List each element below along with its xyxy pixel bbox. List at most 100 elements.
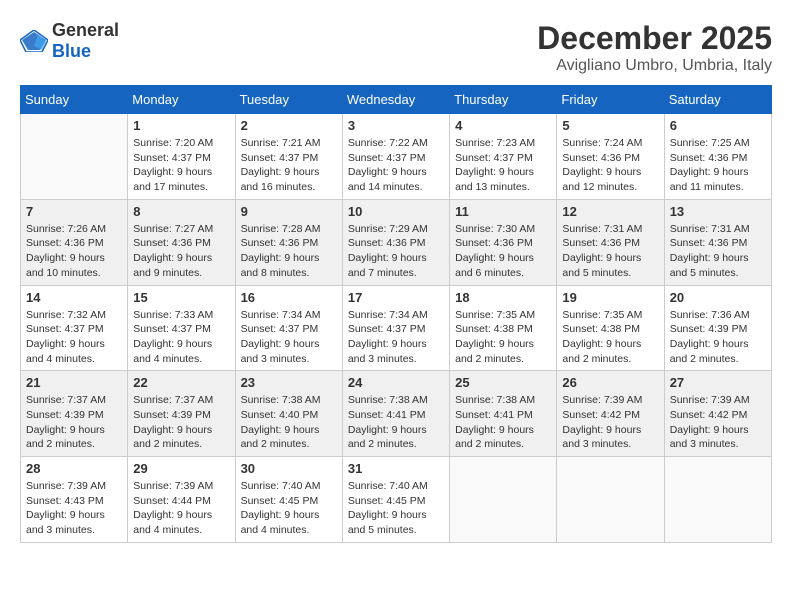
month-title: December 2025	[537, 20, 772, 57]
day-info: Sunrise: 7:34 AMSunset: 4:37 PMDaylight:…	[348, 308, 444, 367]
calendar-cell: 29 Sunrise: 7:39 AMSunset: 4:44 PMDayligh…	[128, 457, 235, 543]
day-info: Sunrise: 7:29 AMSunset: 4:36 PMDaylight:…	[348, 222, 444, 281]
calendar-cell: 19 Sunrise: 7:35 AMSunset: 4:38 PMDayligh…	[557, 285, 664, 371]
day-number: 10	[348, 204, 444, 219]
day-number: 27	[670, 375, 766, 390]
weekday-header-friday: Friday	[557, 86, 664, 114]
calendar-cell: 7 Sunrise: 7:26 AMSunset: 4:36 PMDaylight…	[21, 199, 128, 285]
day-info: Sunrise: 7:39 AMSunset: 4:44 PMDaylight:…	[133, 479, 229, 538]
day-number: 29	[133, 461, 229, 476]
day-number: 4	[455, 118, 551, 133]
day-number: 24	[348, 375, 444, 390]
day-number: 7	[26, 204, 122, 219]
calendar-cell: 18Sunrise: 7:35 AMSunset: 4:38 PMDayligh…	[450, 285, 557, 371]
day-info: Sunrise: 7:38 AMSunset: 4:41 PMDaylight:…	[348, 393, 444, 452]
day-number: 21	[26, 375, 122, 390]
calendar-cell: 15Sunrise: 7:33 AMSunset: 4:37 PMDayligh…	[128, 285, 235, 371]
day-info: Sunrise: 7:25 AMSunset: 4:36 PMDaylight:…	[670, 136, 766, 195]
day-number: 17	[348, 290, 444, 305]
day-info: Sunrise: 7:40 AMSunset: 4:45 PMDaylight:…	[241, 479, 337, 538]
day-number: 22	[133, 375, 229, 390]
calendar-cell: 30 Sunrise: 7:40 AMSunset: 4:45 PMDayligh…	[235, 457, 342, 543]
day-info: Sunrise: 7:39 AMSunset: 4:42 PMDaylight:…	[670, 393, 766, 452]
calendar-cell: 28 Sunrise: 7:39 AMSunset: 4:43 PMDayligh…	[21, 457, 128, 543]
day-info: Sunrise: 7:37 AMSunset: 4:39 PMDaylight:…	[133, 393, 229, 452]
calendar-cell: 25Sunrise: 7:38 AMSunset: 4:41 PMDayligh…	[450, 371, 557, 457]
day-number: 6	[670, 118, 766, 133]
day-info: Sunrise: 7:34 AMSunset: 4:37 PMDaylight:…	[241, 308, 337, 367]
calendar-cell: 26 Sunrise: 7:39 AMSunset: 4:42 PMDayligh…	[557, 371, 664, 457]
calendar-cell: 24 Sunrise: 7:38 AMSunset: 4:41 PMDayligh…	[342, 371, 449, 457]
calendar-week-row: 1 Sunrise: 7:20 AMSunset: 4:37 PMDaylight…	[21, 114, 772, 200]
day-info: Sunrise: 7:35 AMSunset: 4:38 PMDaylight:…	[562, 308, 658, 367]
day-info: Sunrise: 7:39 AMSunset: 4:43 PMDaylight:…	[26, 479, 122, 538]
day-number: 12	[562, 204, 658, 219]
weekday-header-wednesday: Wednesday	[342, 86, 449, 114]
calendar-cell: 4 Sunrise: 7:23 AMSunset: 4:37 PMDaylight…	[450, 114, 557, 200]
day-info: Sunrise: 7:38 AMSunset: 4:40 PMDaylight:…	[241, 393, 337, 452]
day-number: 15	[133, 290, 229, 305]
weekday-header-monday: Monday	[128, 86, 235, 114]
day-number: 11	[455, 204, 551, 219]
weekday-header-thursday: Thursday	[450, 86, 557, 114]
calendar-cell: 17 Sunrise: 7:34 AMSunset: 4:37 PMDayligh…	[342, 285, 449, 371]
logo-text: General Blue	[52, 20, 119, 62]
day-number: 23	[241, 375, 337, 390]
calendar-week-row: 7 Sunrise: 7:26 AMSunset: 4:36 PMDaylight…	[21, 199, 772, 285]
calendar-cell	[557, 457, 664, 543]
day-info: Sunrise: 7:30 AMSunset: 4:36 PMDaylight:…	[455, 222, 551, 281]
day-number: 1	[133, 118, 229, 133]
weekday-header-saturday: Saturday	[664, 86, 771, 114]
calendar-cell: 2 Sunrise: 7:21 AMSunset: 4:37 PMDaylight…	[235, 114, 342, 200]
weekday-header-row: SundayMondayTuesdayWednesdayThursdayFrid…	[21, 86, 772, 114]
day-number: 30	[241, 461, 337, 476]
weekday-header-sunday: Sunday	[21, 86, 128, 114]
day-number: 3	[348, 118, 444, 133]
day-number: 13	[670, 204, 766, 219]
calendar-cell: 16 Sunrise: 7:34 AMSunset: 4:37 PMDayligh…	[235, 285, 342, 371]
calendar-table: SundayMondayTuesdayWednesdayThursdayFrid…	[20, 85, 772, 543]
day-number: 20	[670, 290, 766, 305]
calendar-cell: 11 Sunrise: 7:30 AMSunset: 4:36 PMDayligh…	[450, 199, 557, 285]
weekday-header-tuesday: Tuesday	[235, 86, 342, 114]
calendar-week-row: 21 Sunrise: 7:37 AMSunset: 4:39 PMDayligh…	[21, 371, 772, 457]
calendar-cell: 1 Sunrise: 7:20 AMSunset: 4:37 PMDaylight…	[128, 114, 235, 200]
calendar-cell	[450, 457, 557, 543]
day-number: 26	[562, 375, 658, 390]
calendar-cell: 12Sunrise: 7:31 AMSunset: 4:36 PMDayligh…	[557, 199, 664, 285]
day-number: 8	[133, 204, 229, 219]
day-number: 9	[241, 204, 337, 219]
day-info: Sunrise: 7:38 AMSunset: 4:41 PMDaylight:…	[455, 393, 551, 452]
day-number: 5	[562, 118, 658, 133]
day-info: Sunrise: 7:26 AMSunset: 4:36 PMDaylight:…	[26, 222, 122, 281]
day-info: Sunrise: 7:24 AMSunset: 4:36 PMDaylight:…	[562, 136, 658, 195]
logo-general: General	[52, 20, 119, 40]
day-number: 14	[26, 290, 122, 305]
day-info: Sunrise: 7:23 AMSunset: 4:37 PMDaylight:…	[455, 136, 551, 195]
day-info: Sunrise: 7:21 AMSunset: 4:37 PMDaylight:…	[241, 136, 337, 195]
day-info: Sunrise: 7:22 AMSunset: 4:37 PMDaylight:…	[348, 136, 444, 195]
day-info: Sunrise: 7:37 AMSunset: 4:39 PMDaylight:…	[26, 393, 122, 452]
calendar-cell: 10 Sunrise: 7:29 AMSunset: 4:36 PMDayligh…	[342, 199, 449, 285]
calendar-cell: 13 Sunrise: 7:31 AMSunset: 4:36 PMDayligh…	[664, 199, 771, 285]
day-number: 2	[241, 118, 337, 133]
day-number: 18	[455, 290, 551, 305]
title-area: December 2025 Avigliano Umbro, Umbria, I…	[537, 20, 772, 75]
calendar-cell: 9 Sunrise: 7:28 AMSunset: 4:36 PMDaylight…	[235, 199, 342, 285]
day-info: Sunrise: 7:20 AMSunset: 4:37 PMDaylight:…	[133, 136, 229, 195]
logo: General Blue	[20, 20, 119, 62]
day-number: 16	[241, 290, 337, 305]
day-number: 19	[562, 290, 658, 305]
calendar-cell: 14Sunrise: 7:32 AMSunset: 4:37 PMDayligh…	[21, 285, 128, 371]
page-header: General Blue December 2025 Avigliano Umb…	[20, 20, 772, 75]
day-number: 28	[26, 461, 122, 476]
calendar-cell: 3 Sunrise: 7:22 AMSunset: 4:37 PMDaylight…	[342, 114, 449, 200]
calendar-cell: 23 Sunrise: 7:38 AMSunset: 4:40 PMDayligh…	[235, 371, 342, 457]
day-info: Sunrise: 7:31 AMSunset: 4:36 PMDaylight:…	[670, 222, 766, 281]
calendar-cell	[21, 114, 128, 200]
day-info: Sunrise: 7:39 AMSunset: 4:42 PMDaylight:…	[562, 393, 658, 452]
location-title: Avigliano Umbro, Umbria, Italy	[537, 57, 772, 75]
day-info: Sunrise: 7:28 AMSunset: 4:36 PMDaylight:…	[241, 222, 337, 281]
calendar-cell: 31Sunrise: 7:40 AMSunset: 4:45 PMDayligh…	[342, 457, 449, 543]
logo-blue: Blue	[52, 41, 91, 61]
